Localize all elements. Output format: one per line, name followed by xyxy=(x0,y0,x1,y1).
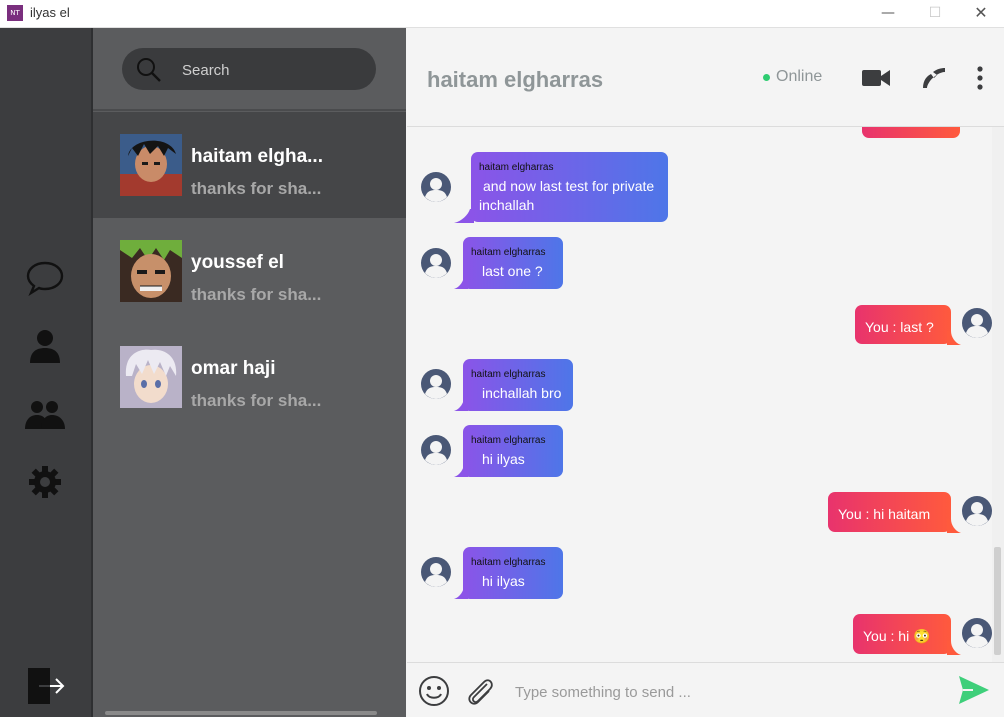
contact-preview: thanks for sha... xyxy=(191,285,322,304)
message-text: inchallah bro xyxy=(482,385,562,401)
message-text: inchallah xyxy=(479,197,535,213)
contact-item[interactable]: youssef el thanks for sha... xyxy=(93,218,406,324)
message-text: hi ilyas xyxy=(482,573,525,589)
message-bubble: You : last ? xyxy=(855,305,951,344)
message-text: You : hi 😳 xyxy=(863,628,931,644)
message-bubble-partial xyxy=(862,127,960,138)
message-text: You : last ? xyxy=(865,319,934,335)
bubble-tail xyxy=(454,275,468,289)
avatar-icon xyxy=(421,172,451,202)
message-text: and now last test for private xyxy=(483,178,655,194)
avatar-icon xyxy=(421,435,451,465)
bubble-tail xyxy=(454,209,474,223)
chat-icon[interactable] xyxy=(22,258,68,298)
contact-name: haitam elgha... xyxy=(191,146,323,167)
contact-preview: thanks for sha... xyxy=(191,391,322,410)
divider xyxy=(93,109,406,111)
chat-messages[interactable]: haitam elgharras and now last test for p… xyxy=(407,127,1004,662)
avatar-icon xyxy=(421,557,451,587)
bubble-tail xyxy=(454,585,468,599)
message-bubble: haitam elgharras and now last test for p… xyxy=(471,152,668,222)
search-input[interactable] xyxy=(180,58,364,82)
search-bar[interactable] xyxy=(122,48,376,90)
title-bar: NT ilyas el — ☐ ✕ xyxy=(0,0,1004,28)
contact-name: youssef el xyxy=(191,252,284,273)
scrollbar-thumb[interactable] xyxy=(994,547,1001,655)
contact-item[interactable]: haitam elgha... thanks for sha... xyxy=(93,112,406,218)
search-icon[interactable] xyxy=(136,57,162,83)
message-bubble: haitam elgharras hi ilyas xyxy=(463,547,563,599)
more-options-icon[interactable] xyxy=(965,64,995,92)
contact-avatar xyxy=(120,240,182,302)
attachment-icon[interactable] xyxy=(463,674,495,708)
message-bubble: haitam elgharras inchallah bro xyxy=(463,359,573,411)
contact-item[interactable]: omar haji thanks for sha... xyxy=(93,324,406,430)
online-status-label: Online xyxy=(776,68,823,85)
avatar-icon xyxy=(962,618,992,648)
message-bubble: You : hi 😳 xyxy=(853,614,951,654)
settings-icon[interactable] xyxy=(22,462,68,502)
contacts-panel: haitam elgha... thanks for sha... yousse… xyxy=(91,28,406,717)
window-title: ilyas el xyxy=(30,5,70,20)
maximize-button[interactable]: ☐ xyxy=(912,0,958,28)
message-sender: haitam elgharras xyxy=(479,162,554,173)
message-bubble: You : hi haitam xyxy=(828,492,951,532)
bubble-tail xyxy=(947,641,961,655)
contact-name: omar haji xyxy=(191,358,276,379)
video-call-icon[interactable] xyxy=(861,64,891,92)
bubble-tail xyxy=(454,463,468,477)
chat-header: haitam elgharras Online xyxy=(407,28,1004,127)
bubble-tail xyxy=(454,397,468,411)
bubble-tail xyxy=(947,519,961,533)
avatar-icon xyxy=(421,248,451,278)
message-bubble: haitam elgharras hi ilyas xyxy=(463,425,563,477)
message-sender: haitam elgharras xyxy=(471,557,546,568)
vertical-scrollbar[interactable] xyxy=(992,127,1004,662)
send-icon[interactable] xyxy=(959,676,989,704)
bubble-tail xyxy=(947,331,961,345)
message-sender: haitam elgharras xyxy=(471,247,546,258)
app-logo-icon: NT xyxy=(7,5,23,21)
message-bubble: haitam elgharras last one ? xyxy=(463,237,563,289)
message-composer xyxy=(407,662,1004,717)
contact-avatar xyxy=(120,346,182,408)
message-text: hi ilyas xyxy=(482,451,525,467)
contact-avatar xyxy=(120,134,182,196)
close-button[interactable]: ✕ xyxy=(958,0,1004,28)
group-icon[interactable] xyxy=(22,394,68,434)
nav-rail xyxy=(0,28,91,717)
contact-preview: thanks for sha... xyxy=(191,179,322,198)
message-sender: haitam elgharras xyxy=(471,435,546,446)
message-text: You : hi haitam xyxy=(838,506,931,522)
online-status-dot xyxy=(763,74,770,81)
avatar-icon xyxy=(962,496,992,526)
message-text: last one ? xyxy=(482,263,543,279)
avatar-icon xyxy=(962,308,992,338)
avatar-icon xyxy=(421,369,451,399)
message-input[interactable] xyxy=(513,680,917,704)
emoji-icon[interactable] xyxy=(418,675,450,707)
user-icon[interactable] xyxy=(22,326,68,366)
chat-contact-name: haitam elgharras xyxy=(427,67,604,92)
logout-icon[interactable] xyxy=(22,666,68,706)
phone-call-icon[interactable] xyxy=(919,64,949,92)
minimize-button[interactable]: — xyxy=(865,0,911,28)
horizontal-scrollbar[interactable] xyxy=(105,711,377,715)
message-sender: haitam elgharras xyxy=(471,369,546,380)
